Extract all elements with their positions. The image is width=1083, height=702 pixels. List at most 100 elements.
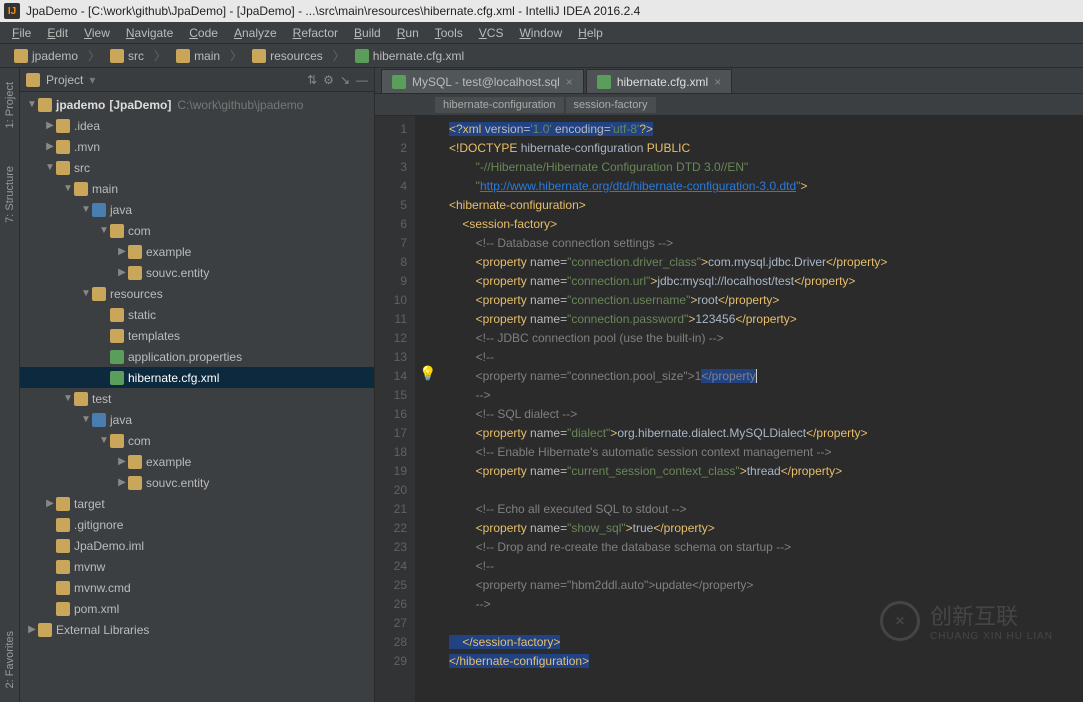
tree-row[interactable]: ▶External Libraries	[20, 619, 374, 640]
breadcrumb-item[interactable]: jpademo	[6, 47, 86, 65]
tool-window-strip-left: 1: Project 7: Structure 2: Favorites	[0, 68, 20, 702]
tree-row[interactable]: ▼main	[20, 178, 374, 199]
tree-arrow-icon[interactable]: ▼	[62, 183, 74, 194]
tree-row[interactable]: ▼test	[20, 388, 374, 409]
tree-row[interactable]: ▼java	[20, 409, 374, 430]
project-tree[interactable]: ▼jpademo [JpaDemo]C:\work\github\jpademo…	[20, 92, 374, 702]
menu-view[interactable]: View	[76, 24, 118, 42]
tree-arrow-icon[interactable]: ▼	[80, 414, 92, 425]
file-icon	[56, 539, 70, 553]
tree-arrow-icon[interactable]: ▶	[116, 456, 128, 467]
menu-vcs[interactable]: VCS	[471, 24, 512, 42]
tree-row[interactable]: ▼com	[20, 430, 374, 451]
menu-file[interactable]: File	[4, 24, 39, 42]
tree-arrow-icon[interactable]: ▶	[116, 246, 128, 257]
tree-row[interactable]: pom.xml	[20, 598, 374, 619]
tree-arrow-icon[interactable]: ▶	[116, 477, 128, 488]
panel-tool-icon[interactable]: ⇅	[307, 73, 317, 87]
tree-row[interactable]: ▼com	[20, 220, 374, 241]
tree-arrow-icon[interactable]: ▶	[44, 498, 56, 509]
tree-arrow-icon[interactable]: ▶	[26, 624, 38, 635]
tree-arrow-icon[interactable]: ▼	[62, 393, 74, 404]
structure-tool-button[interactable]: 7: Structure	[4, 162, 16, 227]
folder-icon	[56, 119, 70, 133]
tree-row[interactable]: ▶.idea	[20, 115, 374, 136]
file-icon	[392, 75, 406, 89]
tree-row[interactable]: ▼src	[20, 157, 374, 178]
tree-row[interactable]: static	[20, 304, 374, 325]
watermark: ✕ 创新互联 CHUANG XIN HU LIAN	[880, 599, 1053, 642]
menu-code[interactable]: Code	[181, 24, 226, 42]
menu-build[interactable]: Build	[346, 24, 389, 42]
tree-row[interactable]: ▶souvc.entity	[20, 472, 374, 493]
tree-row[interactable]: templates	[20, 325, 374, 346]
folder-icon	[56, 140, 70, 154]
project-panel-header: Project ▾ ⇅⚙↘—	[20, 68, 374, 92]
tree-arrow-icon[interactable]: ▼	[44, 162, 56, 173]
close-icon[interactable]: ×	[566, 75, 573, 89]
tree-arrow-icon[interactable]: ▼	[80, 288, 92, 299]
tree-row[interactable]: ▼java	[20, 199, 374, 220]
menu-edit[interactable]: Edit	[39, 24, 76, 42]
close-icon[interactable]: ×	[714, 75, 721, 89]
folder-icon	[128, 455, 142, 469]
tree-arrow-icon[interactable]: ▶	[116, 267, 128, 278]
hint-gutter: 💡	[415, 116, 443, 702]
tree-row[interactable]: application.properties	[20, 346, 374, 367]
folder-blue-icon	[92, 413, 106, 427]
menu-analyze[interactable]: Analyze	[226, 24, 285, 42]
editor-tab[interactable]: hibernate.cfg.xml×	[586, 69, 732, 93]
folder-icon	[128, 266, 142, 280]
tree-arrow-icon[interactable]: ▼	[98, 435, 110, 446]
navigation-breadcrumb: jpademo〉src〉main〉resources〉hibernate.cfg…	[0, 44, 1083, 68]
folder-icon	[74, 392, 88, 406]
file-icon	[56, 581, 70, 595]
tree-row[interactable]: ▶target	[20, 493, 374, 514]
breadcrumb-item[interactable]: main	[168, 47, 228, 65]
tree-row[interactable]: ▶souvc.entity	[20, 262, 374, 283]
file-hbm-icon	[110, 371, 124, 385]
menu-tools[interactable]: Tools	[427, 24, 471, 42]
menu-window[interactable]: Window	[511, 24, 570, 42]
folder-icon	[110, 49, 124, 63]
favorites-tool-button[interactable]: 2: Favorites	[4, 627, 16, 692]
lib-icon	[38, 623, 52, 637]
title-bar: IJ JpaDemo - [C:\work\github\JpaDemo] - …	[0, 0, 1083, 22]
editor-tab[interactable]: MySQL - test@localhost.sql×	[381, 69, 584, 93]
folder-icon	[26, 73, 40, 87]
panel-tool-icon[interactable]: ↘	[340, 73, 350, 87]
tree-row[interactable]: .gitignore	[20, 514, 374, 535]
folder-icon	[110, 308, 124, 322]
tree-arrow-icon[interactable]: ▶	[44, 141, 56, 152]
menu-help[interactable]: Help	[570, 24, 611, 42]
tree-row[interactable]: mvnw.cmd	[20, 577, 374, 598]
editor-crumb[interactable]: session-factory	[566, 97, 656, 113]
menu-run[interactable]: Run	[389, 24, 427, 42]
tree-row[interactable]: ▶example	[20, 451, 374, 472]
tree-arrow-icon[interactable]: ▼	[98, 225, 110, 236]
tree-row[interactable]: ▼jpademo [JpaDemo]C:\work\github\jpademo	[20, 94, 374, 115]
tree-arrow-icon[interactable]: ▶	[44, 120, 56, 131]
tree-row[interactable]: mvnw	[20, 556, 374, 577]
intention-bulb-icon[interactable]: 💡	[419, 365, 436, 382]
breadcrumb-item[interactable]: src	[102, 47, 152, 65]
panel-tool-icon[interactable]: ⚙	[323, 73, 334, 87]
folder-icon	[110, 434, 124, 448]
tree-row[interactable]: ▼resources	[20, 283, 374, 304]
tree-row[interactable]: ▶.mvn	[20, 136, 374, 157]
file-prop-icon	[110, 350, 124, 364]
editor-crumb[interactable]: hibernate-configuration	[435, 97, 564, 113]
breadcrumb-item[interactable]: resources	[244, 47, 331, 65]
project-tool-button[interactable]: 1: Project	[4, 78, 16, 132]
tree-arrow-icon[interactable]: ▼	[26, 99, 38, 110]
tree-row[interactable]: JpaDemo.iml	[20, 535, 374, 556]
breadcrumb-item[interactable]: hibernate.cfg.xml	[347, 47, 472, 65]
panel-tool-icon[interactable]: —	[356, 73, 368, 87]
folder-icon	[128, 476, 142, 490]
tree-arrow-icon[interactable]: ▼	[80, 204, 92, 215]
tree-row[interactable]: ▶example	[20, 241, 374, 262]
menu-refactor[interactable]: Refactor	[285, 24, 346, 42]
menu-navigate[interactable]: Navigate	[118, 24, 181, 42]
menu-bar: FileEditViewNavigateCodeAnalyzeRefactorB…	[0, 22, 1083, 44]
tree-row[interactable]: hibernate.cfg.xml	[20, 367, 374, 388]
